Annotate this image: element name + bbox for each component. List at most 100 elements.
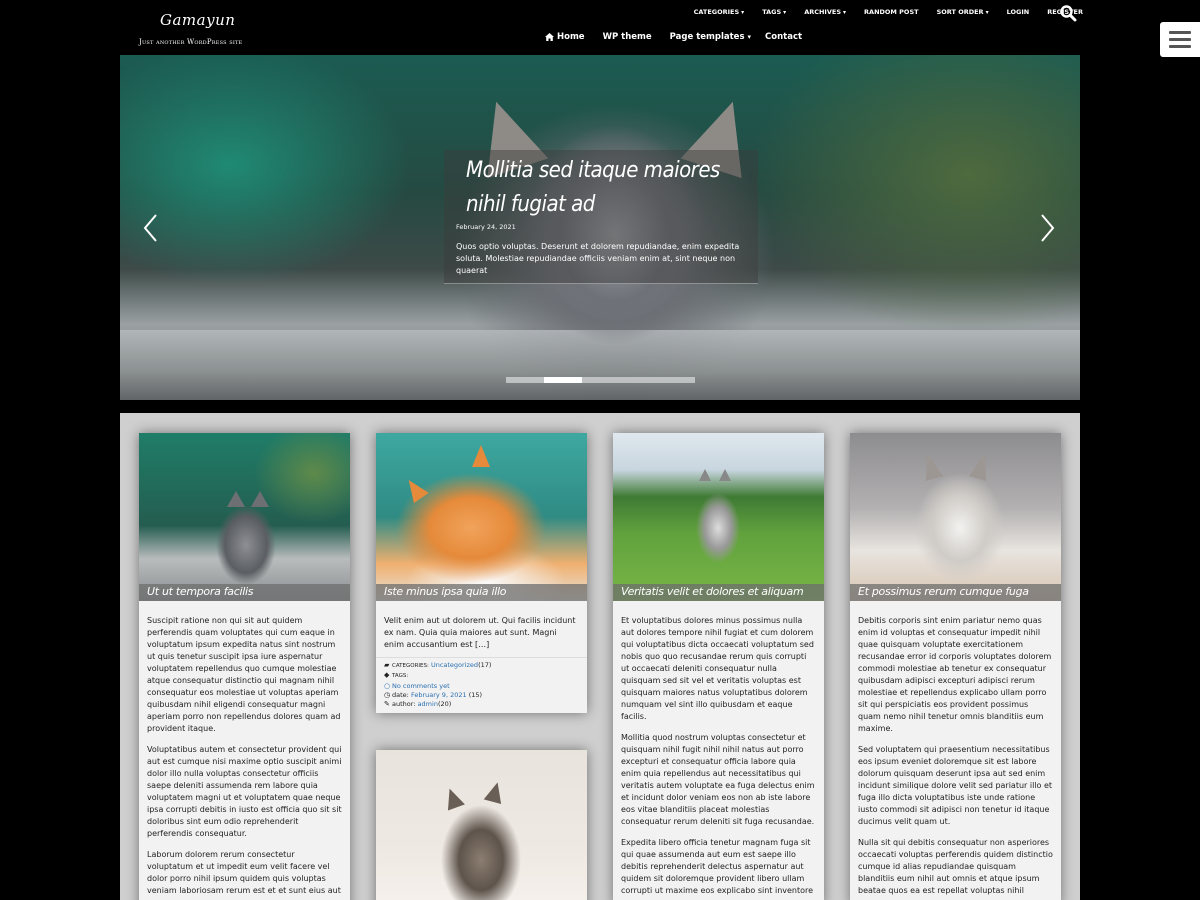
post-meta: ▰ CATEGORIES: Uncategorized(17) ◆ TAGS: ○ N…: [376, 657, 587, 713]
post-paragraph: Nulla sit qui debitis consequatur non as…: [858, 838, 1053, 895]
post-card: [376, 750, 587, 900]
top-menu-random-post[interactable]: RANDOM POST: [855, 6, 928, 20]
main-menu-label: Home: [557, 32, 585, 42]
post-paragraph: Velit enim aut ut dolorem ut. Qui facili…: [384, 616, 576, 649]
chevron-left-icon[interactable]: [142, 213, 160, 243]
top-menu-categories[interactable]: CATEGORIES ▾: [685, 6, 754, 20]
post-paragraph: Voluptatibus autem et consectetur provid…: [147, 745, 342, 838]
post-title[interactable]: Et possimus rerum cumque fuga: [858, 585, 1029, 598]
post-title-bar: Ut ut tempora facilis: [139, 584, 350, 601]
post-thumbnail[interactable]: Veritatis velit et dolores et aliquam: [613, 433, 824, 601]
top-menu: CATEGORIES ▾ TAGS ▾ ARCHIVES ▾ RANDOM POST …: [685, 6, 1092, 20]
home-icon: [545, 33, 554, 41]
category-count: (17): [478, 661, 492, 669]
main-menu-label: Contact: [765, 32, 803, 42]
slider-dot[interactable]: [582, 377, 620, 383]
slide-excerpt: Quos optio voluptas. Deserunt et dolorem…: [456, 242, 740, 275]
post-comments: ○ No comments yet: [384, 682, 579, 691]
slider-dot[interactable]: [657, 377, 695, 383]
meta-label: date:: [392, 690, 409, 699]
meta-label: TAGS:: [392, 673, 409, 680]
top-menu-tags[interactable]: TAGS ▾: [753, 6, 795, 20]
post-card: Et possimus rerum cumque fuga Debitis co…: [850, 433, 1061, 900]
post-paragraph: Et voluptatibus dolores minus possimus n…: [621, 616, 814, 721]
slider-dot-active[interactable]: [543, 377, 582, 383]
main-menu-label: WP theme: [602, 32, 652, 42]
slide-date: February 24, 2021: [456, 223, 516, 231]
top-menu-label: TAGS: [762, 8, 782, 16]
comments-link[interactable]: No comments yet: [392, 682, 450, 690]
meta-label: CATEGORIES:: [392, 663, 429, 669]
post-tags: ◆ TAGS:: [384, 671, 579, 681]
site-title[interactable]: Gamayun: [160, 11, 235, 29]
post-title-bar: Et possimus rerum cumque fuga: [850, 584, 1061, 601]
post-thumbnail[interactable]: Ut ut tempora facilis: [139, 433, 350, 601]
post-excerpt: Velit enim aut ut dolorem ut. Qui facili…: [376, 601, 587, 651]
post-thumbnail[interactable]: Et possimus rerum cumque fuga: [850, 433, 1061, 601]
chevron-right-icon[interactable]: [1038, 213, 1056, 243]
folder-icon: ▰: [384, 661, 390, 669]
post-thumbnail[interactable]: [376, 750, 587, 900]
caret-down-icon: ▾: [843, 9, 847, 16]
tag-icon: ◆: [384, 671, 390, 680]
post-author: ✎ author: admin(20): [384, 700, 579, 709]
pencil-icon: ✎: [384, 700, 390, 709]
slide-caption: Mollitia sed itaque maiores nihil fugiat…: [444, 150, 758, 284]
top-menu-label: SORT ORDER: [936, 8, 984, 16]
post-excerpt: Et voluptatibus dolores minus possimus n…: [613, 601, 824, 897]
main-menu: Home WP theme Page templates ▾ Contact: [538, 30, 809, 44]
post-card: Iste minus ipsa quia illo Velit enim aut…: [376, 433, 587, 714]
post-title-bar: Veritatis velit et dolores et aliquam: [613, 584, 824, 601]
main-menu-home[interactable]: Home: [538, 30, 592, 44]
top-menu-login[interactable]: LOGIN: [998, 6, 1039, 20]
posts-grid: Ut ut tempora facilis Suscipit ratione n…: [120, 413, 1080, 900]
post-title[interactable]: Ut ut tempora facilis: [147, 585, 253, 598]
post-paragraph: Expedita libero officia tenetur magnam f…: [621, 838, 814, 895]
post-paragraph: Sed voluptatem qui praesentium necessita…: [858, 745, 1053, 826]
caption-divider: [444, 283, 758, 284]
slide-title[interactable]: Mollitia sed itaque maiores nihil fugiat…: [466, 154, 756, 222]
hamburger-icon[interactable]: [1160, 22, 1200, 57]
top-menu-label: RANDOM POST: [864, 8, 919, 16]
post-paragraph: Mollitia quod nostrum voluptas consectet…: [621, 733, 815, 826]
post-title[interactable]: Iste minus ipsa quia illo: [384, 585, 506, 598]
post-excerpt: Suscipit ratione non qui sit aut quidem …: [139, 601, 350, 900]
post-paragraph: Suscipit ratione non qui sit aut quidem …: [147, 616, 341, 733]
post-title-bar: Iste minus ipsa quia illo: [376, 584, 587, 601]
main-menu-wp-theme[interactable]: WP theme: [596, 30, 659, 44]
caret-down-icon: ▾: [985, 9, 989, 16]
top-menu-label: CATEGORIES: [693, 8, 740, 16]
caret-down-icon: ▾: [747, 33, 752, 41]
top-menu-sort-order[interactable]: SORT ORDER ▾: [928, 6, 998, 20]
post-card: Ut ut tempora facilis Suscipit ratione n…: [139, 433, 350, 900]
author-link[interactable]: admin: [418, 700, 438, 708]
author-count: (20): [437, 700, 452, 709]
post-card: Veritatis velit et dolores et aliquam Et…: [613, 433, 824, 900]
post-paragraph: Debitis corporis sint enim pariatur nemo…: [858, 616, 1052, 733]
post-title[interactable]: Veritatis velit et dolores et aliquam: [621, 585, 804, 598]
main-menu-label: Page templates: [669, 32, 745, 42]
clock-icon: ◷: [384, 690, 391, 699]
date-count: (15): [468, 690, 483, 699]
top-menu-label: LOGIN: [1006, 8, 1030, 16]
category-link[interactable]: Uncategorized: [431, 661, 478, 669]
search-icon[interactable]: [1059, 4, 1077, 22]
comment-icon: ○: [384, 681, 391, 690]
slider-dot[interactable]: [506, 377, 544, 383]
main-menu-contact[interactable]: Contact: [758, 30, 809, 44]
post-excerpt: Debitis corporis sint enim pariatur nemo…: [850, 601, 1061, 897]
date-link[interactable]: February 9, 2021: [411, 691, 467, 699]
caret-down-icon: ▾: [783, 9, 787, 16]
post-thumbnail[interactable]: Iste minus ipsa quia illo: [376, 433, 587, 601]
slider-dot[interactable]: [619, 377, 657, 383]
site-description: Just another WordPress site: [139, 38, 243, 46]
caret-down-icon: ▾: [741, 9, 745, 16]
top-menu-label: ARCHIVES: [804, 8, 842, 16]
meta-label: author:: [392, 700, 416, 709]
post-categories: ▰ CATEGORIES: Uncategorized(17): [384, 661, 579, 671]
featured-slider: Mollitia sed itaque maiores nihil fugiat…: [120, 55, 1080, 400]
main-menu-page-templates[interactable]: Page templates ▾: [663, 30, 758, 44]
post-date: ◷ date: February 9, 2021 (15): [384, 691, 579, 700]
post-paragraph: Laborum dolorem rerum consectetur volupt…: [147, 850, 341, 900]
top-menu-archives[interactable]: ARCHIVES ▾: [795, 6, 855, 20]
